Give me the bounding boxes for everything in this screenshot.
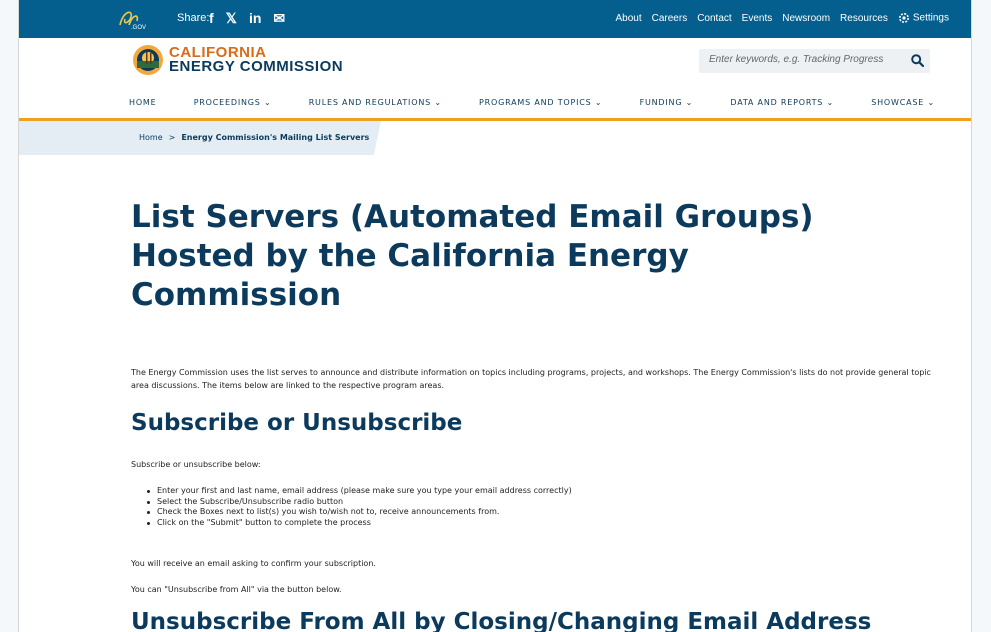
util-link-resources[interactable]: Resources — [840, 13, 888, 24]
search-input[interactable] — [707, 53, 901, 66]
breadcrumb-home-link[interactable]: Home — [139, 133, 163, 142]
site-header: CALIFORNIA ENERGY COMMISSION — [19, 38, 971, 88]
nav-item-programs-and-topics[interactable]: PROGRAMS AND TOPICS ⌄ — [479, 98, 602, 107]
page-background-right — [971, 0, 991, 632]
confirm-subscription-note: You will receive an email asking to conf… — [131, 559, 376, 568]
top-utility-bar: .GOV Share: f 𝕏 in ✉ About Careers Conta… — [19, 0, 971, 38]
subscribe-lead-text: Subscribe or unsubscribe below: — [131, 460, 261, 469]
nav-item-funding[interactable]: FUNDING ⌄ — [640, 98, 694, 107]
logo-line-energy-commission: ENERGY COMMISSION — [169, 58, 344, 75]
linkedin-icon[interactable]: in — [249, 10, 261, 26]
util-link-careers[interactable]: Careers — [652, 13, 688, 24]
breadcrumb-separator: > — [168, 133, 176, 142]
settings-label: Settings — [912, 12, 949, 24]
list-item: Enter your first and last name, email ad… — [147, 486, 572, 497]
search-box — [699, 49, 930, 73]
main-navigation: HOME PROCEEDINGS ⌄ RULES AND REGULATIONS… — [19, 88, 971, 121]
settings-button[interactable]: Settings — [898, 12, 949, 24]
nav-item-rules-and-regulations[interactable]: RULES AND REGULATIONS ⌄ — [309, 98, 442, 107]
unsubscribe-all-note: You can "Unsubscribe from All" via the b… — [131, 585, 342, 594]
page-title: List Servers (Automated Email Groups) Ho… — [131, 199, 814, 313]
utility-links: About Careers Contact Events Newsroom Re… — [615, 12, 949, 24]
intro-paragraph: The Energy Commission uses the list serv… — [131, 368, 931, 390]
util-link-newsroom[interactable]: Newsroom — [782, 13, 830, 24]
list-item: Click on the "Submit" button to complete… — [147, 518, 572, 529]
util-link-events[interactable]: Events — [742, 13, 773, 24]
list-item: Check the Boxes next to list(s) you wish… — [147, 507, 572, 518]
ca-gov-logo[interactable]: .GOV — [117, 7, 147, 31]
svg-text:.GOV: .GOV — [131, 25, 146, 31]
list-item: Select the Subscribe/Unsubscribe radio b… — [147, 497, 572, 508]
browser-page: .GOV Share: f 𝕏 in ✉ About Careers Conta… — [19, 0, 971, 632]
twitter-icon[interactable]: 𝕏 — [226, 10, 237, 26]
nav-item-proceedings[interactable]: PROCEEDINGS ⌄ — [194, 98, 272, 107]
breadcrumb-current: Energy Commission's Mailing List Servers — [181, 133, 370, 142]
share-label: Share: — [177, 12, 210, 24]
unsubscribe-all-heading: Unsubscribe From All by Closing/Changing… — [131, 609, 872, 632]
subscribe-heading: Subscribe or Unsubscribe — [131, 410, 463, 436]
energy-commission-seal-icon[interactable] — [132, 44, 164, 76]
subscribe-steps-list: Enter your first and last name, email ad… — [147, 486, 572, 528]
site-logo-text[interactable]: CALIFORNIA ENERGY COMMISSION — [169, 45, 344, 75]
search-icon[interactable] — [911, 54, 924, 67]
nav-item-data-and-reports[interactable]: DATA AND REPORTS ⌄ — [730, 98, 834, 107]
breadcrumb: Home > Energy Commission's Mailing List Se… — [139, 133, 369, 142]
nav-item-home[interactable]: HOME — [129, 98, 156, 107]
util-link-about[interactable]: About — [615, 13, 641, 24]
util-link-contact[interactable]: Contact — [697, 13, 731, 24]
facebook-icon[interactable]: f — [209, 10, 214, 26]
nav-item-showcase[interactable]: SHOWCASE ⌄ — [871, 98, 935, 107]
page-background-left — [0, 0, 19, 632]
email-icon[interactable]: ✉ — [273, 10, 285, 26]
share-icons: f 𝕏 in ✉ — [209, 10, 285, 26]
gear-icon — [898, 13, 909, 23]
